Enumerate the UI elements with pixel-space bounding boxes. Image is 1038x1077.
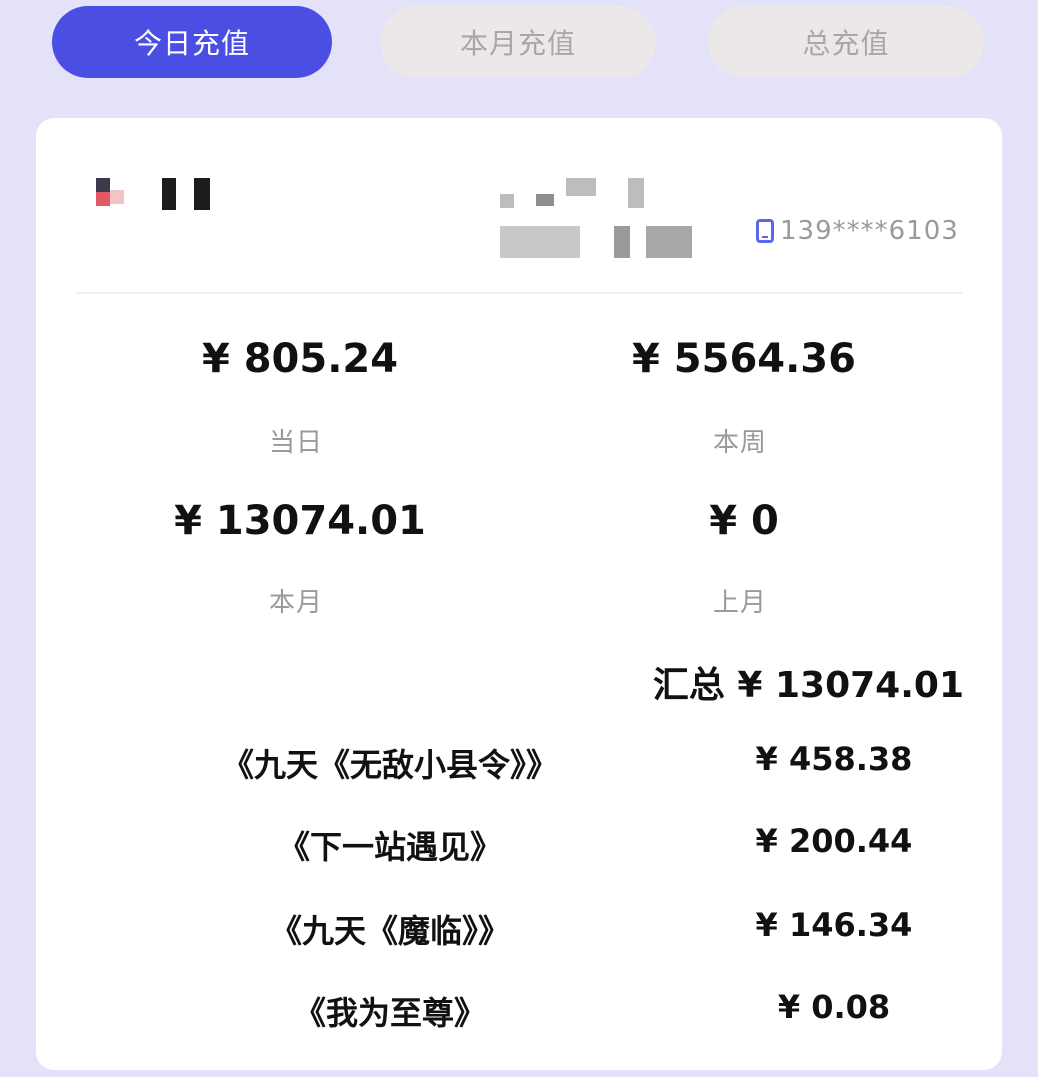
book-amount: ¥ 458.38: [755, 740, 913, 778]
phone-icon: [756, 219, 774, 243]
book-title: 《我为至尊》: [293, 994, 486, 1032]
book-row[interactable]: 《九天《无敌小县令》》 ¥ 458.38: [0, 740, 1038, 790]
book-row[interactable]: 《我为至尊》 ¥ 0.08: [0, 988, 1038, 1038]
phone-number-row: 139****6103: [756, 216, 959, 246]
stat-week-value: ¥ 5564.36: [632, 336, 856, 382]
book-amount: ¥ 200.44: [755, 822, 913, 860]
stat-month-value: ¥ 13074.01: [174, 498, 426, 544]
stat-last-month-value: ¥ 0: [709, 498, 779, 544]
book-row[interactable]: 《下一站遇见》 ¥ 200.44: [0, 822, 1038, 872]
book-title: 《九天《无敌小县令》》: [221, 746, 558, 784]
tab-total-recharge[interactable]: 总充值: [708, 6, 984, 78]
stat-today-label: 当日: [268, 428, 323, 458]
book-amount: ¥ 0.08: [777, 988, 891, 1026]
stat-month-label: 本月: [268, 588, 323, 618]
period-tabs: 今日充值 本月充值 总充值: [0, 0, 1038, 100]
stat-today-value: ¥ 805.24: [201, 336, 399, 382]
book-title: 《下一站遇见》: [277, 828, 502, 866]
book-title: 《九天《魔临》》: [269, 912, 510, 950]
divider: [76, 292, 962, 294]
stat-week-label: 本周: [712, 428, 767, 458]
phone-number: 139****6103: [780, 216, 959, 246]
summary-total: 汇总 ¥ 13074.01: [652, 665, 964, 706]
stat-last-month-label: 上月: [712, 588, 767, 618]
tab-month-recharge[interactable]: 本月充值: [380, 6, 656, 78]
tab-today-recharge[interactable]: 今日充值: [52, 6, 332, 78]
book-row[interactable]: 《九天《魔临》》 ¥ 146.34: [0, 906, 1038, 956]
book-amount: ¥ 146.34: [755, 906, 913, 944]
